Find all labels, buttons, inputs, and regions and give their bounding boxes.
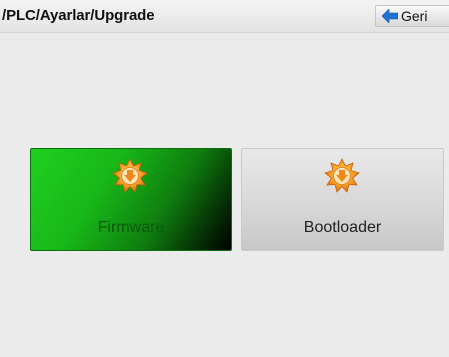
bootloader-tile-button[interactable]: Bootloader	[241, 148, 444, 251]
firmware-label: Firmware	[97, 219, 165, 236]
upgrade-star-icon	[324, 158, 360, 193]
bootloader-label: Bootloader	[303, 219, 382, 236]
title-bar: /PLC/Ayarlar/Upgrade Geri	[0, 0, 449, 33]
back-button-label: Geri	[401, 8, 428, 24]
back-button[interactable]: Geri	[375, 5, 449, 27]
arrow-left-icon	[382, 9, 398, 23]
breadcrumb: /PLC/Ayarlar/Upgrade	[2, 7, 155, 24]
firmware-tile-button[interactable]: Firmware	[30, 148, 232, 251]
upgrade-star-icon	[112, 158, 148, 193]
